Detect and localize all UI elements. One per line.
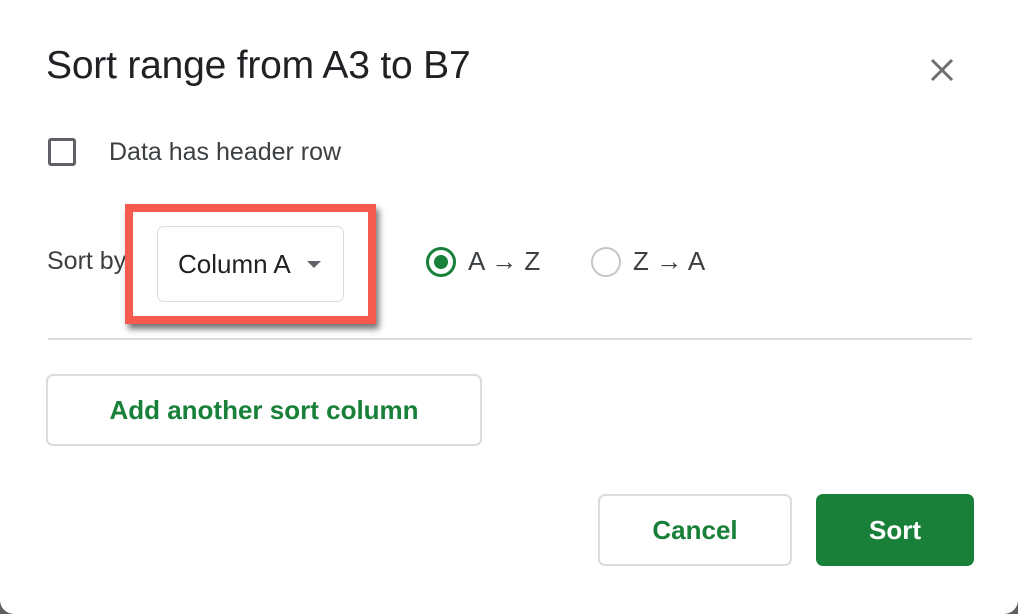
chevron-down-icon [306,260,321,268]
sort-by-label: Sort by [47,247,127,275]
radio-unselected-icon[interactable] [591,246,621,277]
radio-a-to-z-label: A → Z [468,246,541,276]
close-button[interactable] [926,54,958,86]
close-icon [930,58,954,82]
divider [48,338,972,340]
add-sort-column-button[interactable]: Add another sort column [46,374,482,446]
radio-selected-icon[interactable] [426,246,456,277]
radio-z-to-a[interactable]: Z → A [591,246,705,277]
sort-range-dialog: Sort range from A3 to B7 Data has header… [0,0,1018,614]
sort-column-value: Column A [178,248,291,279]
dialog-title: Sort range from A3 to B7 [46,44,471,87]
radio-a-to-z[interactable]: A → Z [426,246,540,277]
sort-column-dropdown[interactable]: Column A [157,226,344,302]
header-row-checkbox-row[interactable]: Data has header row [48,134,341,170]
header-row-checkbox[interactable] [48,138,76,166]
radio-z-to-a-label: Z → A [633,246,706,276]
header-row-label: Data has header row [109,137,342,166]
sort-button[interactable]: Sort [816,494,974,566]
cancel-button[interactable]: Cancel [598,494,792,566]
